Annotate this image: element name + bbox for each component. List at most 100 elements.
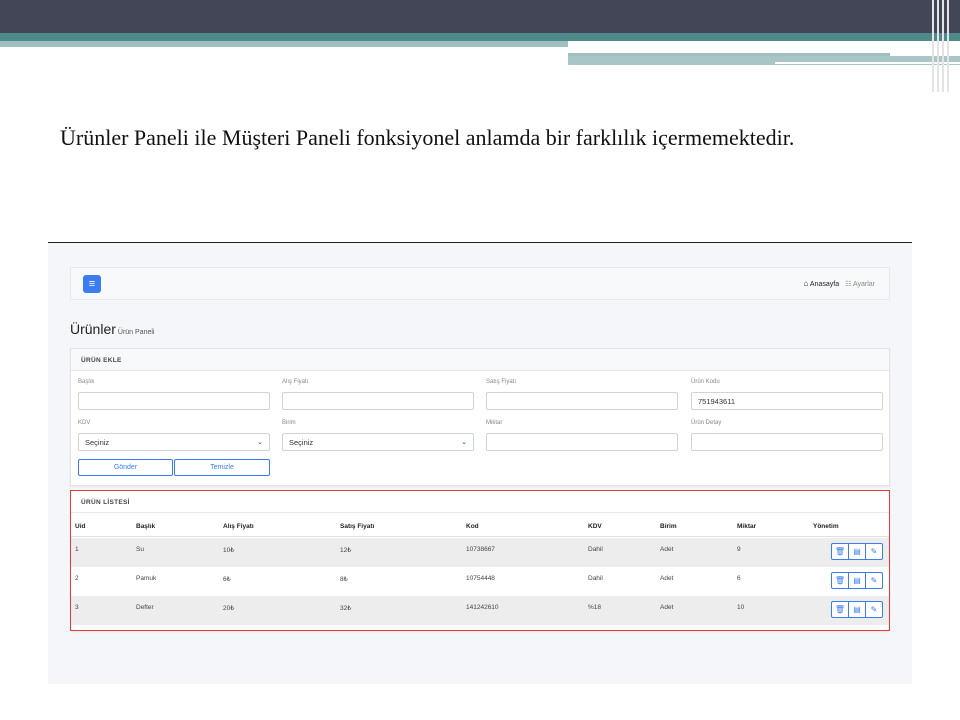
product-code-input[interactable]: 751943611 <box>691 392 883 410</box>
document-icon[interactable]: ▤ <box>848 543 866 560</box>
field-product-detail: Ürün Detay <box>691 420 883 451</box>
title-input[interactable] <box>78 392 270 410</box>
header-band-white <box>568 41 960 53</box>
field-unit: Birim Seçiniz ⌄ <box>282 420 474 451</box>
chevron-down-icon: ⌄ <box>461 439 467 446</box>
sale-price-input[interactable] <box>486 392 678 410</box>
nav-home[interactable]: ⌂ Anasayfa <box>804 279 840 288</box>
col-header-title: Başlık <box>136 523 156 530</box>
cell-code: 10738667 <box>466 546 495 553</box>
col-header-purchase-price: Alış Fiyatı <box>223 523 254 530</box>
delete-icon[interactable]: 🗑 <box>831 601 849 618</box>
edit-icon[interactable]: ✎ <box>865 601 883 618</box>
header-band-light <box>0 41 568 47</box>
field-title: Başlık <box>78 379 270 410</box>
cell-quantity: 10 <box>737 604 745 611</box>
edit-icon[interactable]: ✎ <box>865 543 883 560</box>
cell-unit: Adet <box>660 575 674 582</box>
field-label: KDV <box>78 420 91 426</box>
nav-links: ⌂ Anasayfa ☷ Ayarlar <box>804 279 875 288</box>
product-list-card: ÜRÜN LİSTESİ Uid Başlık Alış Fiyatı Satı… <box>70 490 890 631</box>
page-subtitle: Ürün Paneli <box>117 329 155 336</box>
cell-code: 141242610 <box>466 604 499 611</box>
row-actions: 🗑 ▤ ✎ <box>831 543 883 560</box>
list-card-header: ÜRÜN LİSTESİ <box>71 491 889 513</box>
header-band-teal <box>0 33 960 41</box>
cell-kdv: Dahil <box>588 546 603 553</box>
col-header-code: Kod <box>466 523 479 530</box>
col-header-kdv: KDV <box>588 523 602 530</box>
col-header-management: Yönetim <box>813 523 839 530</box>
cell-purchase-price: 10₺ <box>223 547 235 554</box>
cell-unit: Adet <box>660 604 674 611</box>
quantity-input[interactable] <box>486 433 678 451</box>
purchase-price-input[interactable] <box>282 392 474 410</box>
document-icon[interactable]: ▤ <box>848 572 866 589</box>
cell-sale-price: 32₺ <box>340 605 352 612</box>
row-actions: 🗑 ▤ ✎ <box>831 572 883 589</box>
field-kdv: KDV Seçiniz ⌄ <box>78 420 270 451</box>
nav-settings[interactable]: ☷ Ayarlar <box>845 280 875 288</box>
submit-button[interactable]: Gönder <box>78 459 173 476</box>
kdv-select[interactable]: Seçiniz ⌄ <box>78 433 270 451</box>
page-title-text: Ürünler <box>70 321 116 337</box>
field-label: Alış Fiyatı <box>282 379 309 385</box>
cell-kdv: %18 <box>588 604 602 611</box>
kdv-select-value: Seçiniz <box>85 438 110 447</box>
home-link-label: Anasayfa <box>809 281 840 288</box>
field-purchase-price: Alış Fiyatı <box>282 379 474 410</box>
navbar: ≡ ⌂ Anasayfa ☷ Ayarlar <box>70 267 890 300</box>
cell-sale-price: 8₺ <box>340 576 348 583</box>
cell-purchase-price: 6₺ <box>223 576 231 583</box>
app-screenshot: ≡ ⌂ Anasayfa ☷ Ayarlar Ürünler Ürün Panel… <box>48 243 912 684</box>
field-label: Ürün Kodu <box>691 379 720 385</box>
slide: Ürünler Paneli ile Müşteri Paneli fonksi… <box>0 0 960 720</box>
header-band-dark <box>0 0 960 33</box>
menu-icon[interactable]: ≡ <box>83 275 101 293</box>
field-product-code: Ürün Kodu 751943611 <box>691 379 883 410</box>
table-header: Uid Başlık Alış Fiyatı Satış Fiyatı Kod … <box>71 515 889 537</box>
col-header-sale-price: Satış Fiyatı <box>340 523 375 530</box>
document-icon[interactable]: ▤ <box>848 601 866 618</box>
form-card-header: ÜRÜN EKLE <box>71 349 889 371</box>
cell-code: 10754448 <box>466 575 495 582</box>
header-pillars <box>930 0 960 92</box>
settings-link-label: Ayarlar <box>852 280 875 288</box>
cell-title: Defter <box>136 604 154 611</box>
field-sale-price: Satış Fiyatı <box>486 379 678 410</box>
list-icon: ☷ <box>845 280 852 288</box>
cell-title: Su <box>136 546 144 553</box>
field-label: Satış Fiyatı <box>486 379 517 385</box>
cell-uid: 2 <box>75 575 79 582</box>
delete-icon[interactable]: 🗑 <box>831 572 849 589</box>
table-row: 1 Su 10₺ 12₺ 10738667 Dahil Adet 9 🗑 ▤ ✎ <box>71 538 889 567</box>
table-row: 2 Pamuk 6₺ 8₺ 10754448 Dahil Adet 6 🗑 ▤ … <box>71 567 889 596</box>
row-actions: 🗑 ▤ ✎ <box>831 601 883 618</box>
cell-uid: 3 <box>75 604 79 611</box>
delete-icon[interactable]: 🗑 <box>831 543 849 560</box>
field-label: Ürün Detay <box>691 420 722 426</box>
cell-unit: Adet <box>660 546 674 553</box>
cell-uid: 1 <box>75 546 79 553</box>
field-quantity: Miktar <box>486 420 678 451</box>
field-label: Birim <box>282 420 296 426</box>
table-row: 3 Defter 20₺ 32₺ 141242610 %18 Adet 10 🗑… <box>71 596 889 625</box>
cell-quantity: 6 <box>737 575 741 582</box>
cell-purchase-price: 20₺ <box>223 605 235 612</box>
cell-quantity: 9 <box>737 546 741 553</box>
chevron-down-icon: ⌄ <box>257 439 263 446</box>
field-label: Başlık <box>78 379 95 385</box>
cell-kdv: Dahil <box>588 575 603 582</box>
cell-title: Pamuk <box>136 575 157 582</box>
field-label: Miktar <box>486 420 503 426</box>
cell-sale-price: 12₺ <box>340 547 352 554</box>
clear-button[interactable]: Temizle <box>174 459 270 476</box>
home-icon: ⌂ <box>803 279 809 288</box>
col-header-unit: Birim <box>660 523 677 530</box>
unit-select[interactable]: Seçiniz ⌄ <box>282 433 474 451</box>
unit-select-value: Seçiniz <box>289 438 314 447</box>
product-detail-input[interactable] <box>691 433 883 451</box>
slide-text: Ürünler Paneli ile Müşteri Paneli fonksi… <box>60 125 795 150</box>
edit-icon[interactable]: ✎ <box>865 572 883 589</box>
page-title: Ürünler Ürün Paneli <box>70 321 154 337</box>
